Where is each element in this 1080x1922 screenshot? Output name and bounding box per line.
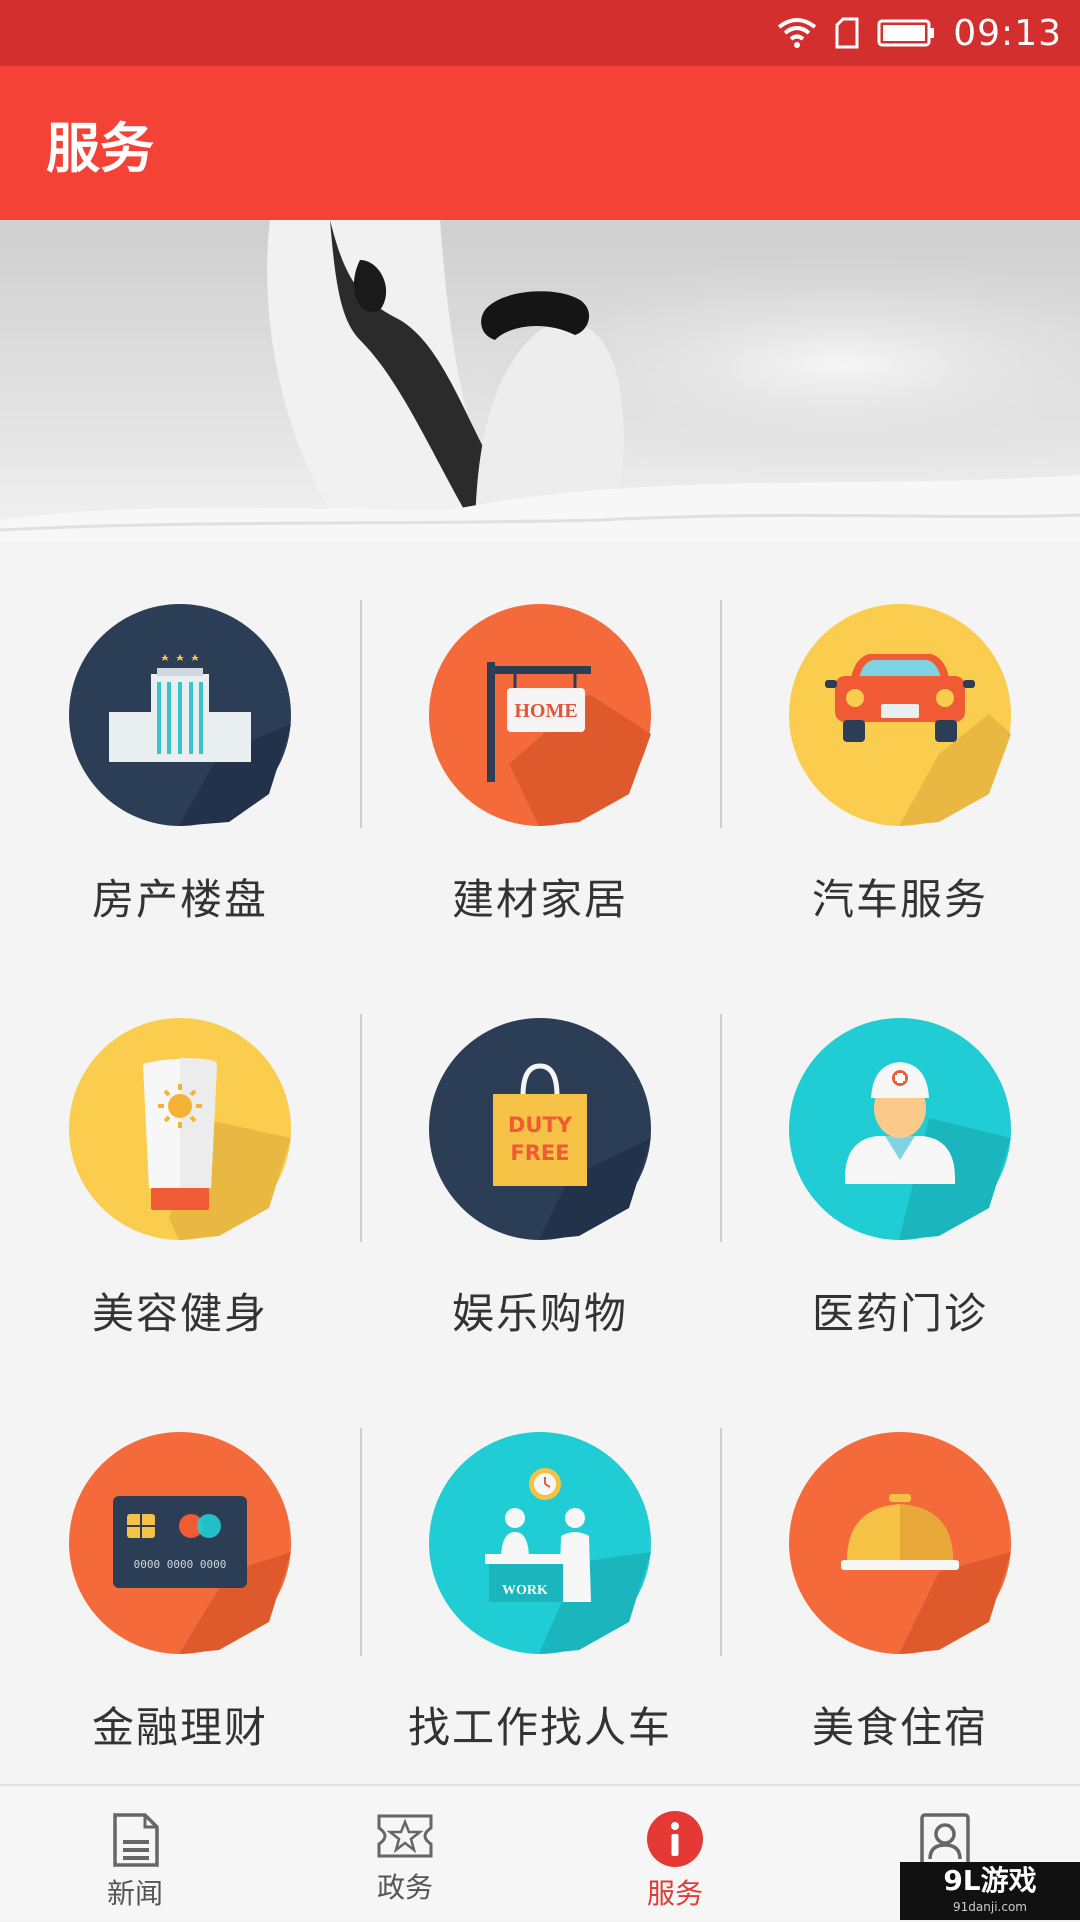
nav-label: 新闻 — [106, 1877, 163, 1910]
info-icon — [647, 1811, 703, 1867]
car-icon — [789, 604, 1011, 826]
service-label: 房产楼盘 — [91, 875, 268, 924]
status-time: 09:13 — [953, 12, 1062, 54]
service-item-finance[interactable]: 0000 0000 0000 金融理财 — [0, 1370, 360, 1784]
banner-image[interactable] — [0, 220, 1080, 542]
card-number-text: 0000 0000 0000 — [134, 1558, 227, 1571]
sim-icon — [835, 17, 859, 49]
service-label: 娱乐购物 — [451, 1289, 628, 1338]
service-label: 医药门诊 — [811, 1289, 988, 1338]
shopping-bag-icon: DUTY FREE — [429, 1018, 651, 1240]
service-label: 美食住宿 — [811, 1703, 988, 1752]
sunscreen-icon — [69, 1018, 291, 1240]
site-watermark: 9L游戏 91danji.com — [900, 1862, 1080, 1920]
service-item-jobs[interactable]: WORK 找工作找人车 — [360, 1370, 720, 1784]
service-item-beauty-fitness[interactable]: 美容健身 — [0, 956, 360, 1370]
service-item-real-estate[interactable]: 房产楼盘 — [0, 542, 360, 956]
page-title: 服务 — [46, 116, 154, 180]
work-icon: WORK — [429, 1432, 651, 1654]
nav-item-services[interactable]: 服务 — [540, 1786, 810, 1922]
service-item-home-decor[interactable]: HOME 建材家居 — [360, 542, 720, 956]
service-label: 美容健身 — [91, 1289, 268, 1338]
wifi-icon — [778, 18, 817, 48]
service-label: 建材家居 — [451, 875, 628, 924]
service-item-food-lodging[interactable]: 美食住宿 — [720, 1370, 1080, 1784]
app-bar: 服务 — [0, 66, 1080, 220]
service-grid: 房产楼盘 HOME 建材家居 汽车服务 美容健身 DUTY FREE 娱乐购物 … — [0, 542, 1080, 1784]
status-bar: 09:13 — [0, 0, 1080, 66]
watermark-logo: 9L游戏 — [943, 1864, 1037, 1897]
service-label: 汽车服务 — [811, 875, 988, 924]
service-label: 金融理财 — [91, 1703, 268, 1752]
nav-label: 政务 — [376, 1871, 433, 1904]
work-text: WORK — [502, 1583, 548, 1598]
star-ticket-icon — [377, 1814, 433, 1858]
battery-icon — [877, 19, 935, 47]
watermark-url: 91danji.com — [953, 1900, 1027, 1914]
nav-label: 服务 — [646, 1877, 703, 1910]
credit-card-icon: 0000 0000 0000 — [69, 1432, 291, 1654]
doctor-icon — [789, 1018, 1011, 1240]
home-sign-icon: HOME — [429, 604, 651, 826]
service-item-entertainment-shopping[interactable]: DUTY FREE 娱乐购物 — [360, 956, 720, 1370]
service-label: 找工作找人车 — [407, 1703, 672, 1752]
free-text: FREE — [510, 1141, 569, 1165]
hotel-building-icon — [69, 604, 291, 826]
nav-item-news[interactable]: 新闻 — [0, 1786, 270, 1922]
news-icon — [113, 1813, 159, 1867]
service-item-medical[interactable]: 医药门诊 — [720, 956, 1080, 1370]
service-item-auto[interactable]: 汽车服务 — [720, 542, 1080, 956]
home-sign-text: HOME — [514, 700, 577, 722]
service-bell-icon — [789, 1432, 1011, 1654]
duty-text: DUTY — [508, 1113, 573, 1137]
profile-icon — [920, 1813, 970, 1867]
nav-item-government[interactable]: 政务 — [270, 1786, 540, 1922]
